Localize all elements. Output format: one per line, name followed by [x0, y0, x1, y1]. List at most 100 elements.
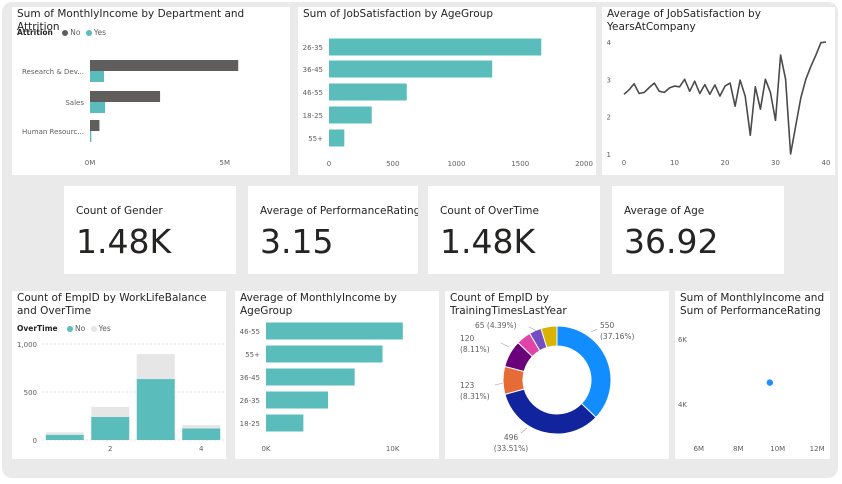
x-tick-label: 4	[199, 445, 204, 453]
tile-empid-by-worklifebalance[interactable]: Count of EmpID by WorkLifeBalance and Ov…	[12, 291, 226, 459]
donut-slice	[504, 388, 597, 435]
y-tick-label: 4K	[678, 401, 687, 409]
card-value: 36.92	[624, 222, 719, 261]
x-tick-label: 500	[386, 160, 399, 168]
bar	[266, 368, 355, 386]
x-tick-label: 2000	[575, 160, 593, 168]
slice-pct-label: (37.16%)	[600, 332, 635, 341]
bar	[266, 345, 383, 363]
tile-income-by-department[interactable]: Sum of MonthlyIncome by Department and A…	[12, 7, 290, 175]
scatter-point	[766, 379, 774, 386]
bar-no	[90, 91, 161, 102]
y-tick-label: 0	[33, 437, 37, 445]
bar	[329, 129, 345, 147]
card-average-of-age[interactable]: Average of Age 36.92	[612, 186, 784, 274]
bar-yes	[90, 102, 106, 113]
card-value: 1.48K	[440, 222, 536, 261]
tile-empid-by-training[interactable]: Count of EmpID by TrainingTimesLastYear …	[445, 291, 669, 459]
x-tick-label: 40	[822, 159, 831, 167]
bar	[266, 414, 304, 432]
series-line	[623, 41, 827, 155]
card-label: Count of Gender	[76, 205, 163, 217]
dept-bar-chart: Research & Dev... Sales Human Resourc... 0M…	[22, 60, 239, 167]
leader-line	[590, 328, 598, 333]
tile-jobsatisfaction-by-years[interactable]: Average of JobSatisfaction by YearsAtCom…	[602, 7, 835, 175]
bar-yes	[45, 432, 84, 435]
bar-no	[91, 416, 130, 440]
category-label: Research & Dev...	[22, 68, 84, 76]
category-label: 36-45	[303, 66, 323, 74]
y-tick-label: 6K	[678, 336, 687, 344]
x-tick-label: 1500	[511, 160, 529, 168]
card-label: Average of PerformanceRating	[260, 205, 418, 217]
bar-yes	[136, 354, 175, 380]
category-label: 18-25	[303, 112, 323, 120]
category-label: Sales	[65, 99, 84, 107]
slice-value-label: 120	[460, 334, 475, 343]
tile-income-vs-performance[interactable]: Sum of MonthlyIncome and Sum of Performa…	[675, 291, 830, 459]
card-value: 3.15	[260, 222, 334, 261]
x-tick-label: 30	[771, 159, 780, 167]
card-average-performance-rating[interactable]: Average of PerformanceRating 3.15	[248, 186, 418, 274]
category-label: 55+	[245, 351, 260, 359]
agegroup-income-bar-chart: 46-55 55+ 36-45 26-35 18-25 0K 10K	[240, 322, 403, 453]
x-tick-label: 10K	[386, 445, 400, 453]
tile-income-by-agegroup[interactable]: Average of MonthlyIncome by AgeGroup 46-…	[235, 291, 439, 459]
x-tick-label: 20	[721, 159, 730, 167]
category-label: 18-25	[240, 420, 260, 428]
category-label: 26-35	[240, 397, 260, 405]
card-count-of-gender[interactable]: Count of Gender 1.48K	[64, 186, 236, 274]
bar	[329, 38, 542, 56]
training-donut-chart: 550 (37.16%) 496 (33.51%) 123 (8.31%) 120 (8.11…	[460, 321, 635, 453]
x-tick-label: 1000	[448, 160, 466, 168]
years-line-chart: 12340 10 20 30 40	[607, 39, 831, 167]
leader-line	[494, 382, 504, 386]
bar-yes	[182, 425, 221, 429]
category-label: 26-35	[303, 44, 323, 52]
y-tick-label: 500	[24, 389, 37, 397]
card-label: Count of OverTime	[440, 205, 539, 217]
bar	[329, 83, 407, 101]
bar-yes	[90, 131, 92, 142]
card-label: Average of Age	[624, 205, 705, 217]
leader-line	[520, 427, 528, 434]
bar	[329, 60, 493, 78]
income-performance-scatter: 4K 6K 6M 8M 10M 12M	[678, 336, 825, 453]
bar	[266, 391, 329, 409]
bar-no	[90, 60, 239, 71]
y-tick-label: 2	[607, 114, 611, 122]
y-tick-label: 4	[607, 39, 612, 47]
category-label: Human Resourc...	[22, 128, 84, 136]
x-tick-label: 5M	[219, 159, 230, 167]
y-tick-label: 1	[607, 151, 611, 159]
x-tick-label: 6M	[694, 445, 705, 453]
card-count-of-overtime[interactable]: Count of OverTime 1.48K	[428, 186, 600, 274]
bar-no	[182, 428, 221, 440]
slice-pct-label: (8.11%)	[460, 345, 490, 354]
bar	[329, 106, 372, 124]
x-tick-label: 0K	[261, 445, 270, 453]
category-label: 36-45	[240, 374, 260, 382]
slice-value-label: 123	[460, 381, 475, 390]
tile-jobsatisfaction-by-agegroup[interactable]: Sum of JobSatisfaction by AgeGroup 26-35…	[298, 7, 596, 175]
y-tick-label: 1,000	[17, 341, 37, 349]
agegroup-bar-chart: 26-35 36-45 46-55 18-25 55+ 0 500 1000 1500 2000	[303, 38, 593, 168]
x-tick-label: 0	[327, 160, 331, 168]
dashboard-canvas: Sum of MonthlyIncome by Department and A…	[0, 0, 842, 484]
bar-no	[136, 379, 175, 440]
category-label: 46-55	[240, 328, 260, 336]
leader-line	[528, 326, 538, 332]
slice-value-label: 496	[504, 433, 519, 442]
x-tick-label: 2	[108, 445, 112, 453]
bar-yes	[90, 71, 105, 82]
category-label: 55+	[308, 135, 323, 143]
slice-value-label: 550	[600, 321, 615, 330]
slice-value-label: 65 (4.39%)	[475, 321, 517, 330]
x-tick-label: 12M	[810, 445, 825, 453]
x-tick-label: 0	[622, 159, 626, 167]
y-tick-label: 3	[607, 76, 611, 84]
x-tick-label: 10M	[770, 445, 785, 453]
slice-pct-label: (8.31%)	[460, 392, 490, 401]
category-label: 46-55	[303, 89, 323, 97]
bar-no	[90, 120, 100, 131]
